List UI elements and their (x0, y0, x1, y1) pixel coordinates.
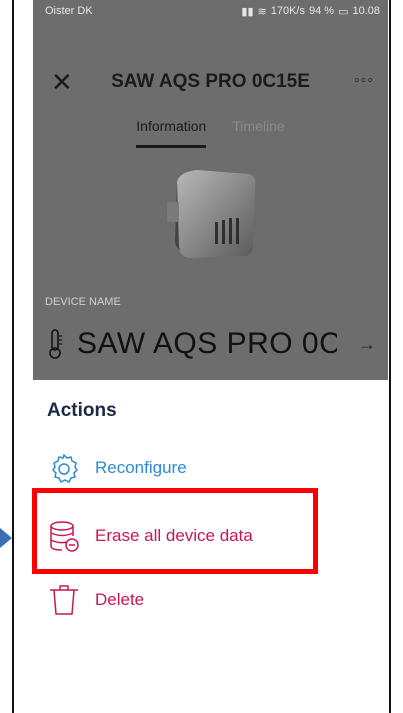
device-name-value: SAW AQS PRO 0C15E (77, 327, 337, 360)
phone-screen: Oister DK ▮▮ ≋ 170K/s 94 % ▭ 10.08 ✕ SAW… (32, 0, 388, 713)
highlight-box (32, 488, 318, 574)
reconfigure-button[interactable]: Reconfigure (47, 448, 187, 488)
battery-label: 94 % (308, 5, 335, 17)
app-bar: ✕ SAW AQS PRO 0C15E ◦◦◦ (33, 60, 388, 104)
arrow-right-icon: → (358, 333, 376, 354)
status-bar: Oister DK ▮▮ ≋ 170K/s 94 % ▭ 10.08 (33, 0, 388, 22)
page-title: SAW AQS PRO 0C15E (111, 71, 310, 92)
delete-label: Delete (95, 590, 145, 609)
more-options-icon[interactable]: ◦◦◦ (354, 72, 374, 90)
device-image (167, 170, 256, 258)
frame-left-line (12, 0, 14, 713)
time-label: 10.08 (352, 5, 380, 17)
signal-icon: ▮▮ (241, 5, 254, 18)
thermometer-icon (49, 329, 62, 359)
speed-label: 170K/s (270, 5, 305, 17)
gear-icon (52, 453, 78, 484)
actions-heading: Actions (47, 400, 117, 421)
delete-button[interactable]: Delete (47, 580, 144, 620)
reconfigure-label: Reconfigure (95, 458, 187, 477)
trash-icon (50, 585, 78, 615)
device-name-row[interactable]: SAW AQS PRO 0C15E → (45, 322, 380, 366)
tab-timeline[interactable]: Timeline (232, 108, 284, 148)
tab-bar: Information Timeline (33, 108, 388, 148)
frame-right-line (389, 0, 391, 713)
device-name-label: DEVICE NAME (45, 296, 121, 308)
pointer-arrow (0, 528, 12, 548)
status-right: ▮▮ ≋ 170K/s 94 % ▭ 10.08 (241, 5, 380, 18)
tab-information[interactable]: Information (136, 108, 207, 148)
wifi-icon: ≋ (257, 5, 267, 18)
battery-icon: ▭ (338, 5, 349, 18)
dimmed-overlay: Oister DK ▮▮ ≋ 170K/s 94 % ▭ 10.08 ✕ SAW… (33, 0, 388, 380)
carrier-label: Oister DK (45, 5, 93, 17)
